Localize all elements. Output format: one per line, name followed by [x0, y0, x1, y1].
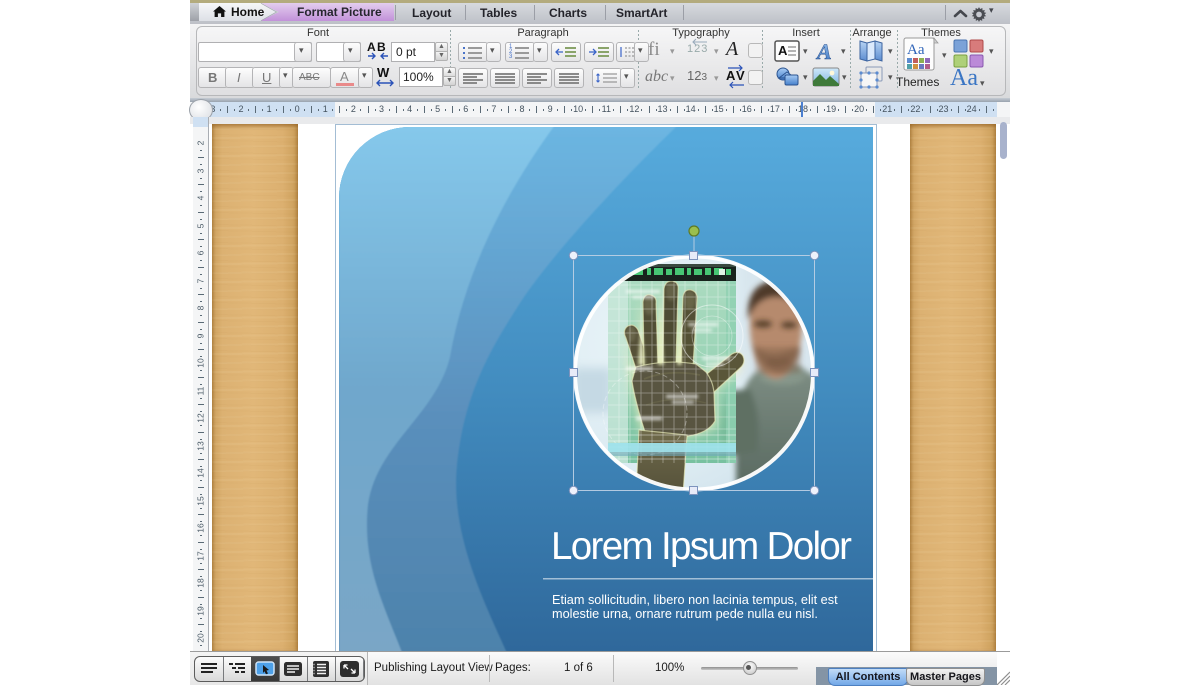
svg-text:Aa: Aa [907, 42, 925, 58]
svg-text:A: A [778, 43, 788, 58]
svg-text:A: A [815, 39, 832, 63]
svg-text:Etiam sollicitudin, libero non: Etiam sollicitudin, libero non lacinia t… [552, 593, 838, 607]
svg-text:molestie urna, ornare rutrum p: molestie urna, ornare rutrum pede nulla … [552, 607, 818, 621]
svg-text:Lorem Ipsum Dolor: Lorem Ipsum Dolor [551, 525, 852, 568]
